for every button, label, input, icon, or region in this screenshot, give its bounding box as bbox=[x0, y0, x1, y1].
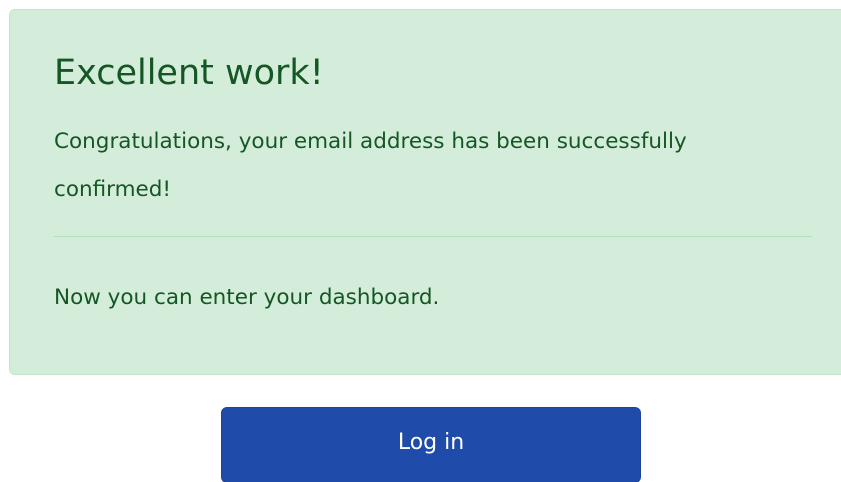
confirmation-page: Excellent work! Congratulations, your em… bbox=[0, 0, 841, 482]
alert-divider bbox=[54, 236, 812, 237]
alert-heading: Excellent work! bbox=[54, 53, 324, 93]
login-button[interactable]: Log in bbox=[221, 407, 641, 482]
alert-footer-text: Now you can enter your dashboard. bbox=[54, 285, 440, 310]
alert-message: Congratulations, your email address has … bbox=[54, 129, 687, 202]
success-alert: Excellent work! Congratulations, your em… bbox=[9, 9, 841, 375]
